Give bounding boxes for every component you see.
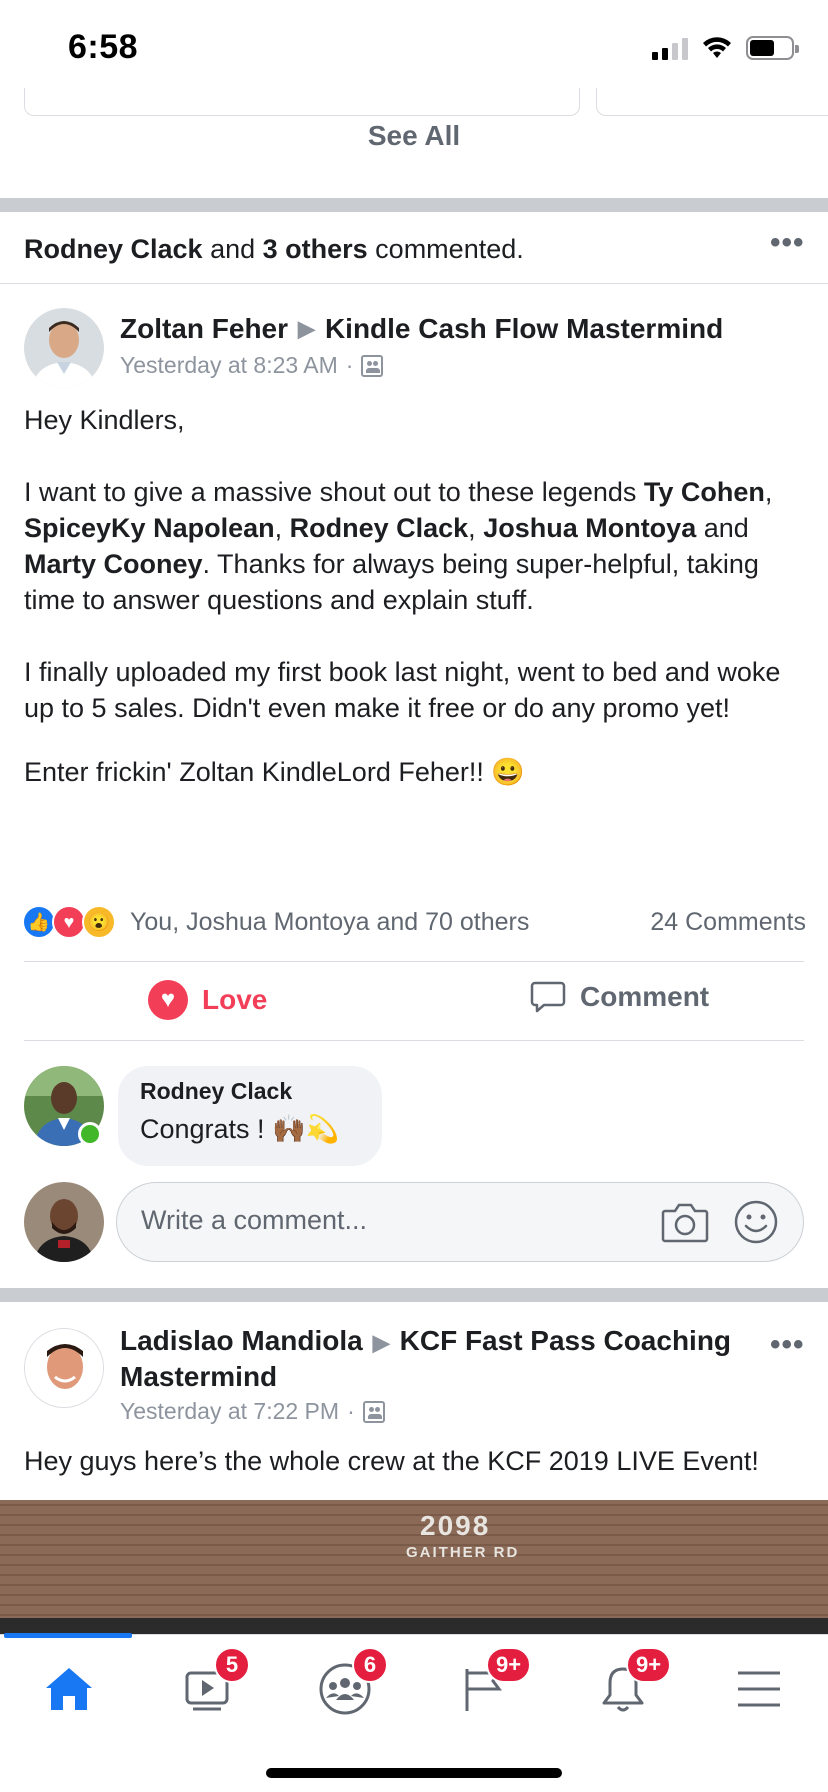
heart-icon: ♥ <box>148 980 188 1020</box>
section-divider <box>0 198 828 212</box>
post-meta: Yesterday at 8:23 AM · <box>120 352 384 379</box>
post-paragraph: I want to give a massive shout out to th… <box>24 477 773 615</box>
tagged-user[interactable]: Marty Cooney <box>24 549 203 579</box>
comment-icon <box>530 981 566 1013</box>
tagged-user[interactable]: Ty Cohen <box>644 477 765 507</box>
home-indicator[interactable] <box>266 1768 562 1778</box>
author-avatar[interactable] <box>24 1328 104 1408</box>
post-photo[interactable]: 2098 GAITHER RD <box>0 1500 828 1634</box>
active-tab-indicator <box>4 1633 132 1638</box>
post-author-line: Zoltan Feher ▶ Kindle Cash Flow Mastermind <box>120 312 723 348</box>
see-all-link[interactable]: See All <box>0 120 828 152</box>
home-icon <box>46 1668 92 1710</box>
comments-count[interactable]: 24 Comments <box>650 908 806 937</box>
more-options-icon[interactable]: ••• <box>770 226 805 260</box>
post-body: Hey Kindlers, I want to give a massive s… <box>24 402 814 826</box>
post-author-name[interactable]: Zoltan Feher <box>120 313 288 344</box>
post-action-bar: ♥ Love Comment <box>24 961 804 1041</box>
author-avatar[interactable] <box>24 308 104 388</box>
activity-actor[interactable]: Rodney Clack <box>24 234 203 264</box>
reactors-text[interactable]: You, Joshua Montoya and 70 others <box>130 908 529 937</box>
comment-composer[interactable]: Write a comment... <box>116 1182 804 1262</box>
group-privacy-icon <box>361 354 384 377</box>
tab-watch[interactable]: 5 <box>162 1647 252 1725</box>
groups-badge: 6 <box>352 1647 388 1683</box>
love-reaction-icon: ♥ <box>52 905 86 939</box>
post-paragraph: Hey Kindlers, <box>24 405 185 435</box>
comment-bubble[interactable]: Rodney Clack Congrats ! 🙌🏾💫 <box>118 1066 382 1166</box>
tagged-user[interactable]: Rodney Clack <box>290 513 469 543</box>
photo-building-number: 2098 <box>420 1510 491 1541</box>
love-button[interactable]: ♥ Love <box>148 980 267 1020</box>
activity-others[interactable]: 3 others <box>263 234 368 264</box>
post-timestamp[interactable]: Yesterday at 8:23 AM <box>120 352 338 379</box>
post-meta: Yesterday at 7:22 PM · <box>120 1398 385 1425</box>
tab-notifications[interactable]: 9+ <box>578 1647 672 1725</box>
tab-pages[interactable]: 9+ <box>440 1647 532 1725</box>
post-paragraph: Enter frickin' Zoltan KindleLord Feher!!… <box>24 757 525 787</box>
menu-icon <box>738 1671 780 1707</box>
comment-button[interactable]: Comment <box>530 980 709 1014</box>
wow-reaction-icon: 😮 <box>82 905 116 939</box>
tagged-user[interactable]: SpiceyKy Napolean <box>24 513 275 543</box>
status-time: 6:58 <box>68 28 139 66</box>
comment-input-placeholder[interactable]: Write a comment... <box>141 1205 367 1236</box>
carousel-card[interactable] <box>24 88 580 116</box>
activity-header: Rodney Clack and 3 others commented. ••• <box>0 212 828 284</box>
post-paragraph: I finally uploaded my first book last ni… <box>24 657 781 723</box>
tab-home[interactable] <box>24 1653 114 1725</box>
reaction-icons: 👍 ♥ 😮 <box>22 905 116 939</box>
emoji-icon[interactable] <box>733 1199 779 1245</box>
camera-icon[interactable] <box>661 1201 709 1243</box>
post-author-name[interactable]: Ladislao Mandiola <box>120 1325 363 1356</box>
watch-badge: 5 <box>214 1647 250 1683</box>
post-text: Hey guys here’s the whole crew at the KC… <box>24 1446 759 1476</box>
status-icons <box>652 36 799 60</box>
arrow-right-icon: ▶ <box>298 316 315 341</box>
post-timestamp[interactable]: Yesterday at 7:22 PM <box>120 1398 339 1425</box>
pages-badge: 9+ <box>486 1647 532 1683</box>
like-reaction-icon: 👍 <box>22 905 56 939</box>
post-group-name[interactable]: Kindle Cash Flow Mastermind <box>325 313 723 344</box>
group-privacy-icon <box>362 1400 385 1423</box>
reactions-summary[interactable]: 👍 ♥ 😮 You, Joshua Montoya and 70 others … <box>22 900 806 944</box>
post-author-line: Ladislao Mandiola ▶ KCF Fast Pass Coaching… <box>120 1324 760 1394</box>
carousel-card[interactable] <box>596 88 828 116</box>
love-button-label: Love <box>202 984 268 1015</box>
activity-text: Rodney Clack and 3 others commented. <box>24 234 524 264</box>
more-options-icon[interactable]: ••• <box>770 1328 805 1362</box>
battery-icon <box>746 36 799 60</box>
tab-groups[interactable]: 6 <box>300 1647 390 1725</box>
tab-menu[interactable] <box>714 1653 804 1725</box>
arrow-right-icon: ▶ <box>372 1330 390 1355</box>
my-avatar <box>24 1182 104 1262</box>
section-divider <box>0 1288 828 1302</box>
online-status-indicator <box>78 1122 102 1146</box>
wifi-icon <box>703 37 731 58</box>
comment-text: Congrats ! 🙌🏾💫 <box>140 1114 340 1144</box>
status-bar: 6:58 <box>0 0 828 88</box>
comment-author[interactable]: Rodney Clack <box>140 1078 360 1105</box>
photo-street-sign: GAITHER RD <box>406 1544 520 1561</box>
tagged-user[interactable]: Joshua Montoya <box>483 513 696 543</box>
notifications-badge: 9+ <box>626 1647 672 1683</box>
comment-button-label: Comment <box>580 981 710 1012</box>
cellular-signal-icon <box>652 36 688 60</box>
